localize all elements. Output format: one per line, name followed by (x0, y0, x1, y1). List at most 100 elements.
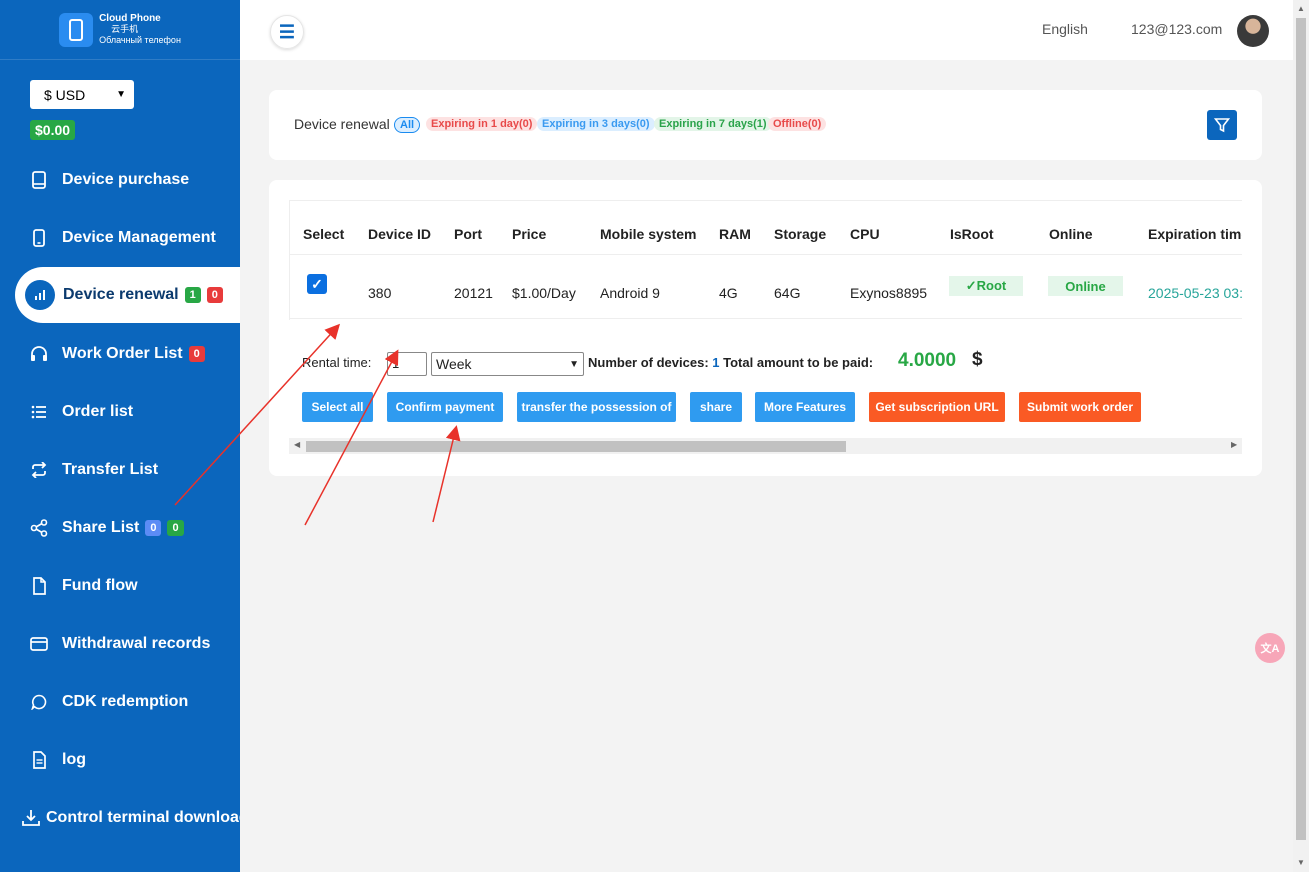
device-count-label: Number of devices: (588, 355, 709, 370)
sidebar-item-label: Order list (62, 403, 134, 420)
count-badge: 0 (145, 520, 162, 536)
brand-logo[interactable]: Cloud Phone 云手机 Облачный телефон (0, 0, 240, 60)
divider (290, 318, 1242, 319)
share-button[interactable]: share (690, 392, 742, 422)
brand-name-cn: 云手机 (111, 24, 139, 34)
cell-storage: 64G (774, 285, 801, 301)
sidebar-item-work-order-list[interactable]: Work Order List 0 (0, 329, 240, 379)
column-header[interactable]: Select (303, 226, 344, 242)
transfer-button[interactable]: transfer the possession of (517, 392, 676, 422)
scroll-up-icon[interactable]: ▲ (1297, 4, 1305, 13)
chip-all[interactable]: All (394, 117, 421, 133)
chip-expiring-7-days[interactable]: Expiring in 7 days(1) (654, 117, 772, 131)
sidebar-item-label: Device purchase (62, 171, 190, 188)
column-header[interactable]: Storage (774, 226, 826, 242)
sidebar-item-label: Device Management (62, 229, 216, 246)
sidebar-item-fund-flow[interactable]: Fund flow (0, 561, 240, 611)
submit-work-order-button[interactable]: Submit work order (1019, 392, 1141, 422)
filter-button[interactable] (1207, 110, 1237, 140)
filter-panel: Device renewal All Expiring in 1 day(0) … (269, 90, 1262, 160)
column-header[interactable]: Online (1049, 226, 1093, 242)
column-header[interactable]: Port (454, 226, 482, 242)
sidebar-item-label: Fund flow (62, 577, 138, 594)
column-header[interactable]: IsRoot (950, 226, 994, 242)
sidebar-item-device-renewal[interactable]: Device renewal 1 0 (15, 267, 240, 323)
divider (290, 254, 1242, 255)
chevron-down-icon: ▼ (569, 358, 579, 370)
chip-expiring-1-day[interactable]: Expiring in 1 day(0) (426, 117, 538, 131)
sidebar-item-transfer-list[interactable]: Transfer List (0, 445, 240, 495)
total-currency: $ (972, 349, 983, 370)
cell-cpu: Exynos8895 (850, 285, 928, 301)
card-icon (28, 633, 50, 655)
headset-icon (28, 343, 50, 365)
balance-badge: $0.00 (30, 120, 76, 140)
column-header[interactable]: Price (512, 226, 546, 242)
share-icon (28, 517, 50, 539)
root-status-badge: ✓Root (949, 276, 1023, 296)
book-icon (28, 169, 50, 191)
rental-time-label: Rental time: (302, 355, 372, 370)
get-subscription-url-button[interactable]: Get subscription URL (869, 392, 1005, 422)
chip-expiring-3-days[interactable]: Expiring in 3 days(0) (537, 117, 655, 131)
sidebar-item-share-list[interactable]: Share List 0 0 (0, 503, 240, 553)
sidebar-item-label: log (62, 751, 86, 768)
sidebar-item-label: Device renewal (63, 286, 179, 303)
column-header[interactable]: RAM (719, 226, 751, 242)
phone-icon (28, 227, 50, 249)
more-features-button[interactable]: More Features (755, 392, 855, 422)
menu-toggle-button[interactable]: ☰ (270, 15, 304, 49)
language-switch[interactable]: English (1042, 21, 1088, 37)
total-label: Total amount to be paid: (723, 355, 874, 370)
rental-period-select[interactable]: Week ▼ (431, 352, 584, 376)
row-select-checkbox[interactable]: ✓ (307, 274, 327, 294)
user-email[interactable]: 123@123.com (1131, 21, 1222, 37)
device-count: Number of devices: 1 Total amount to be … (588, 355, 873, 370)
cell-ram: 4G (719, 285, 738, 301)
select-all-button[interactable]: Select all (302, 392, 373, 422)
rental-quantity-input[interactable]: 1 (387, 352, 427, 376)
brand-name-ru: Облачный телефон (99, 35, 181, 45)
translate-icon[interactable]: 文A (1255, 633, 1285, 663)
rental-period-value: Week (436, 356, 472, 372)
sidebar-item-device-management[interactable]: Device Management (0, 213, 240, 263)
horizontal-scrollbar[interactable]: ◀ ▶ (289, 438, 1242, 454)
scroll-right-icon[interactable]: ▶ (1231, 440, 1237, 449)
total-amount: 4.0000 (898, 350, 957, 371)
online-status-badge: Online (1048, 276, 1123, 296)
column-header[interactable]: CPU (850, 226, 880, 242)
sidebar-item-withdrawal-records[interactable]: Withdrawal records (0, 619, 240, 669)
currency-value: $ USD (44, 86, 86, 103)
transfer-icon (28, 459, 50, 481)
cell-expiration: 2025-05-23 03: (1148, 285, 1242, 301)
sidebar-item-order-list[interactable]: Order list (0, 387, 240, 437)
renewal-panel: Select Device ID Port Price Mobile syste… (269, 180, 1262, 476)
scrollbar-thumb[interactable] (1296, 18, 1306, 840)
confirm-payment-button[interactable]: Confirm payment (387, 392, 503, 422)
vertical-scrollbar[interactable]: ▲ ▼ (1293, 0, 1309, 872)
scroll-left-icon[interactable]: ◀ (294, 440, 300, 449)
file-icon (28, 575, 50, 597)
cell-price: $1.00/Day (512, 285, 576, 301)
chevron-down-icon: ▼ (116, 89, 126, 100)
sidebar-item-control-terminal-download[interactable]: Control terminal download (0, 793, 240, 843)
sidebar-item-label: Share List (62, 519, 140, 536)
column-header[interactable]: Mobile system (600, 226, 696, 242)
sidebar-item-device-purchase[interactable]: Device purchase (0, 155, 240, 205)
sidebar-item-cdk-redemption[interactable]: CDK redemption (0, 677, 240, 727)
filter-title: Device renewal (294, 116, 390, 132)
device-count-value: 1 (712, 355, 720, 370)
scroll-down-icon[interactable]: ▼ (1297, 858, 1305, 867)
sidebar-item-label: Withdrawal records (62, 635, 211, 652)
scrollbar-thumb[interactable] (306, 441, 846, 452)
phone-logo-icon (59, 12, 94, 47)
sidebar-item-log[interactable]: log (0, 735, 240, 785)
column-header[interactable]: Device ID (368, 226, 431, 242)
download-icon (22, 807, 40, 829)
chip-offline[interactable]: Offline(0) (768, 117, 827, 131)
currency-select[interactable]: $ USD ▼ (30, 80, 134, 109)
avatar[interactable] (1237, 15, 1269, 47)
column-header[interactable]: Expiration time (1148, 226, 1242, 242)
count-badge: 1 (184, 287, 201, 303)
count-badge: 0 (188, 346, 205, 362)
